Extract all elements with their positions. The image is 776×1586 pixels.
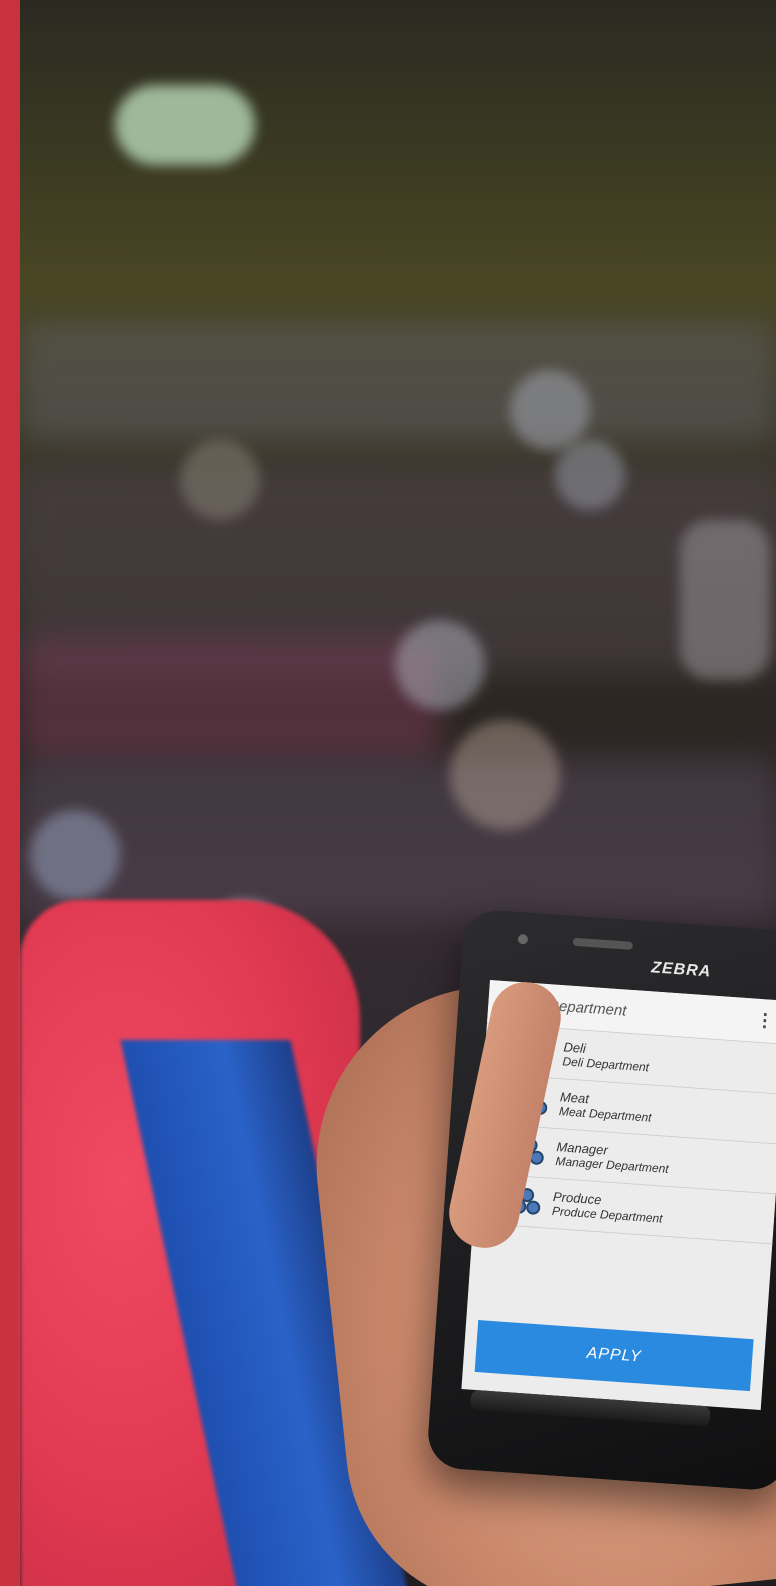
shelf-band	[20, 640, 440, 760]
ceiling-light	[115, 85, 255, 165]
earpiece-speaker	[572, 937, 634, 950]
bokeh-light	[450, 720, 560, 830]
overflow-menu-icon[interactable]: ⋮	[755, 1010, 774, 1032]
shelf-band	[20, 320, 776, 440]
bokeh-light	[510, 370, 590, 450]
bokeh-light	[680, 520, 770, 680]
bokeh-light	[555, 440, 625, 510]
brand-logo: ZEBRA	[650, 959, 712, 981]
bokeh-light	[30, 810, 120, 900]
bokeh-light	[395, 620, 485, 710]
front-camera	[517, 933, 529, 945]
photo-scene: ZEBRA Select Department ⋮ Deli Deli Depa…	[0, 0, 776, 1586]
bokeh-light	[180, 440, 260, 520]
apply-button[interactable]: APPLY	[474, 1320, 754, 1392]
left-accent-strip	[0, 0, 20, 1586]
shelf-band	[20, 760, 776, 920]
